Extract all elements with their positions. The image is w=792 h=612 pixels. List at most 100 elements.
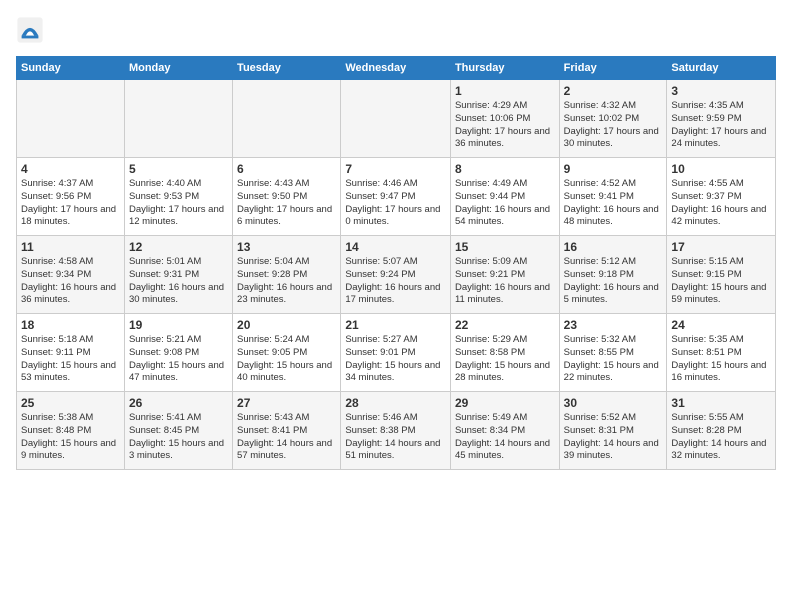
day-info: Sunrise: 5:35 AM Sunset: 8:51 PM Dayligh… [671, 334, 771, 385]
day-cell: 15Sunrise: 5:09 AM Sunset: 9:21 PM Dayli… [450, 236, 559, 314]
day-info: Sunrise: 5:46 AM Sunset: 8:38 PM Dayligh… [345, 412, 446, 463]
day-number: 20 [237, 318, 336, 332]
header [16, 16, 776, 44]
day-info: Sunrise: 4:32 AM Sunset: 10:02 PM Daylig… [564, 100, 663, 151]
day-number: 1 [455, 84, 555, 98]
logo [16, 16, 46, 44]
day-number: 23 [564, 318, 663, 332]
day-header-tuesday: Tuesday [233, 57, 341, 80]
day-cell [17, 80, 125, 158]
day-cell: 27Sunrise: 5:43 AM Sunset: 8:41 PM Dayli… [233, 392, 341, 470]
day-info: Sunrise: 4:46 AM Sunset: 9:47 PM Dayligh… [345, 178, 446, 229]
day-info: Sunrise: 5:27 AM Sunset: 9:01 PM Dayligh… [345, 334, 446, 385]
day-info: Sunrise: 5:32 AM Sunset: 8:55 PM Dayligh… [564, 334, 663, 385]
day-number: 2 [564, 84, 663, 98]
day-info: Sunrise: 5:01 AM Sunset: 9:31 PM Dayligh… [129, 256, 228, 307]
day-number: 5 [129, 162, 228, 176]
day-number: 21 [345, 318, 446, 332]
day-cell: 18 Sunrise: 5:18 AM Sunset: 9:11 PM Dayli… [17, 314, 125, 392]
header-row: SundayMondayTuesdayWednesdayThursdayFrid… [17, 57, 776, 80]
week-row-3: 11 Sunrise: 4:58 AM Sunset: 9:34 PM Dayli… [17, 236, 776, 314]
day-cell: 10 Sunrise: 4:55 AM Sunset: 9:37 PM Dayli… [667, 158, 776, 236]
day-cell: 4 Sunrise: 4:37 AM Sunset: 9:56 PM Daylig… [17, 158, 125, 236]
day-cell: 7Sunrise: 4:46 AM Sunset: 9:47 PM Daylig… [341, 158, 451, 236]
day-info: Sunrise: 4:37 AM Sunset: 9:56 PM Dayligh… [21, 178, 120, 229]
day-number: 14 [345, 240, 446, 254]
day-cell [233, 80, 341, 158]
day-number: 17 [671, 240, 771, 254]
day-cell: 22Sunrise: 5:29 AM Sunset: 8:58 PM Dayli… [450, 314, 559, 392]
day-header-saturday: Saturday [667, 57, 776, 80]
day-cell: 9 Sunrise: 4:52 AM Sunset: 9:41 PM Daylig… [559, 158, 667, 236]
day-number: 29 [455, 396, 555, 410]
day-cell: 2 Sunrise: 4:32 AM Sunset: 10:02 PM Dayli… [559, 80, 667, 158]
day-number: 18 [21, 318, 120, 332]
day-info: Sunrise: 5:43 AM Sunset: 8:41 PM Dayligh… [237, 412, 336, 463]
day-header-wednesday: Wednesday [341, 57, 451, 80]
day-info: Sunrise: 5:12 AM Sunset: 9:18 PM Dayligh… [564, 256, 663, 307]
day-number: 16 [564, 240, 663, 254]
day-cell: 28Sunrise: 5:46 AM Sunset: 8:38 PM Dayli… [341, 392, 451, 470]
day-number: 9 [564, 162, 663, 176]
day-cell: 16 Sunrise: 5:12 AM Sunset: 9:18 PM Dayli… [559, 236, 667, 314]
day-cell: 3 Sunrise: 4:35 AM Sunset: 9:59 PM Daylig… [667, 80, 776, 158]
day-cell: 29 Sunrise: 5:49 AM Sunset: 8:34 PM Dayli… [450, 392, 559, 470]
day-number: 11 [21, 240, 120, 254]
day-header-sunday: Sunday [17, 57, 125, 80]
week-row-4: 18 Sunrise: 5:18 AM Sunset: 9:11 PM Dayli… [17, 314, 776, 392]
day-number: 10 [671, 162, 771, 176]
day-number: 30 [564, 396, 663, 410]
day-info: Sunrise: 4:52 AM Sunset: 9:41 PM Dayligh… [564, 178, 663, 229]
day-cell: 23 Sunrise: 5:32 AM Sunset: 8:55 PM Dayli… [559, 314, 667, 392]
day-number: 12 [129, 240, 228, 254]
day-info: Sunrise: 5:21 AM Sunset: 9:08 PM Dayligh… [129, 334, 228, 385]
day-cell: 1 Sunrise: 4:29 AM Sunset: 10:06 PM Dayli… [450, 80, 559, 158]
day-cell [124, 80, 232, 158]
day-cell: 19Sunrise: 5:21 AM Sunset: 9:08 PM Dayli… [124, 314, 232, 392]
day-number: 15 [455, 240, 555, 254]
day-cell: 21 Sunrise: 5:27 AM Sunset: 9:01 PM Dayli… [341, 314, 451, 392]
day-info: Sunrise: 5:55 AM Sunset: 8:28 PM Dayligh… [671, 412, 771, 463]
day-info: Sunrise: 5:04 AM Sunset: 9:28 PM Dayligh… [237, 256, 336, 307]
day-cell: 14 Sunrise: 5:07 AM Sunset: 9:24 PM Dayli… [341, 236, 451, 314]
day-info: Sunrise: 4:49 AM Sunset: 9:44 PM Dayligh… [455, 178, 555, 229]
day-info: Sunrise: 5:52 AM Sunset: 8:31 PM Dayligh… [564, 412, 663, 463]
day-cell: 13Sunrise: 5:04 AM Sunset: 9:28 PM Dayli… [233, 236, 341, 314]
day-cell: 20 Sunrise: 5:24 AM Sunset: 9:05 PM Dayli… [233, 314, 341, 392]
day-info: Sunrise: 4:55 AM Sunset: 9:37 PM Dayligh… [671, 178, 771, 229]
day-header-monday: Monday [124, 57, 232, 80]
day-info: Sunrise: 5:49 AM Sunset: 8:34 PM Dayligh… [455, 412, 555, 463]
logo-icon [16, 16, 44, 44]
day-info: Sunrise: 4:35 AM Sunset: 9:59 PM Dayligh… [671, 100, 771, 151]
day-cell: 11 Sunrise: 4:58 AM Sunset: 9:34 PM Dayli… [17, 236, 125, 314]
day-info: Sunrise: 5:18 AM Sunset: 9:11 PM Dayligh… [21, 334, 120, 385]
day-number: 31 [671, 396, 771, 410]
day-number: 26 [129, 396, 228, 410]
week-row-1: 1 Sunrise: 4:29 AM Sunset: 10:06 PM Dayli… [17, 80, 776, 158]
day-cell [341, 80, 451, 158]
day-info: Sunrise: 5:24 AM Sunset: 9:05 PM Dayligh… [237, 334, 336, 385]
day-cell: 24Sunrise: 5:35 AM Sunset: 8:51 PM Dayli… [667, 314, 776, 392]
day-number: 4 [21, 162, 120, 176]
day-info: Sunrise: 5:15 AM Sunset: 9:15 PM Dayligh… [671, 256, 771, 307]
day-number: 3 [671, 84, 771, 98]
day-cell: 26Sunrise: 5:41 AM Sunset: 8:45 PM Dayli… [124, 392, 232, 470]
day-info: Sunrise: 5:07 AM Sunset: 9:24 PM Dayligh… [345, 256, 446, 307]
day-cell: 25 Sunrise: 5:38 AM Sunset: 8:48 PM Dayli… [17, 392, 125, 470]
day-info: Sunrise: 4:43 AM Sunset: 9:50 PM Dayligh… [237, 178, 336, 229]
day-number: 22 [455, 318, 555, 332]
day-info: Sunrise: 4:58 AM Sunset: 9:34 PM Dayligh… [21, 256, 120, 307]
day-number: 25 [21, 396, 120, 410]
week-row-2: 4 Sunrise: 4:37 AM Sunset: 9:56 PM Daylig… [17, 158, 776, 236]
day-cell: 31 Sunrise: 5:55 AM Sunset: 8:28 PM Dayli… [667, 392, 776, 470]
day-cell: 17 Sunrise: 5:15 AM Sunset: 9:15 PM Dayli… [667, 236, 776, 314]
day-number: 6 [237, 162, 336, 176]
day-header-thursday: Thursday [450, 57, 559, 80]
day-info: Sunrise: 4:29 AM Sunset: 10:06 PM Daylig… [455, 100, 555, 151]
day-cell: 5 Sunrise: 4:40 AM Sunset: 9:53 PM Daylig… [124, 158, 232, 236]
calendar-table: SundayMondayTuesdayWednesdayThursdayFrid… [16, 56, 776, 470]
day-cell: 12 Sunrise: 5:01 AM Sunset: 9:31 PM Dayli… [124, 236, 232, 314]
day-info: Sunrise: 5:38 AM Sunset: 8:48 PM Dayligh… [21, 412, 120, 463]
day-number: 8 [455, 162, 555, 176]
day-info: Sunrise: 4:40 AM Sunset: 9:53 PM Dayligh… [129, 178, 228, 229]
